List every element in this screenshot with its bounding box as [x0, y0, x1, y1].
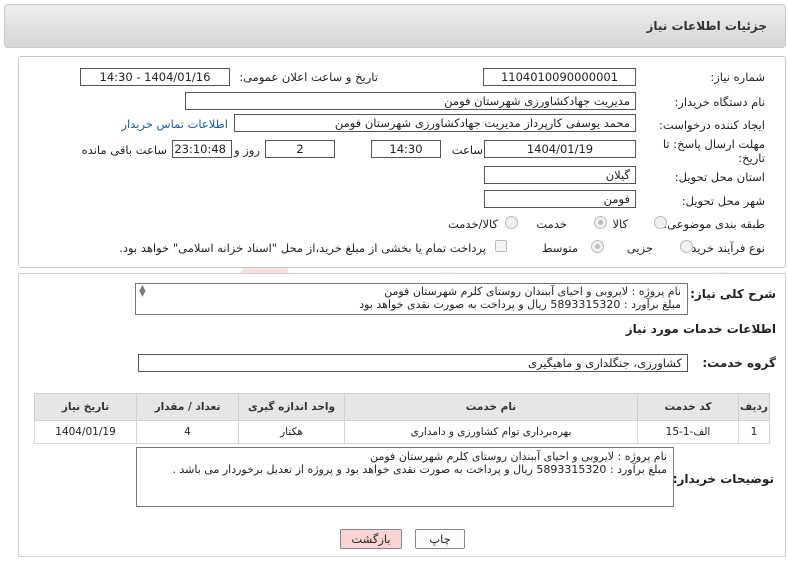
cell-row-number: 1: [738, 420, 770, 444]
page-title: جزئیات اطلاعات نیاز: [646, 19, 767, 33]
category-radio-service[interactable]: [594, 216, 607, 229]
requester-field: محمد یوسفی کارپرداز مدیریت جهادکشاورزی ش…: [234, 114, 636, 132]
panel-header: جزئیات اطلاعات نیاز: [4, 4, 786, 48]
process-radio-minor[interactable]: [680, 240, 693, 253]
announce-datetime-label: تاریخ و ساعت اعلان عمومی:: [239, 70, 378, 84]
col-header-unit: واحد اندازه گیری: [238, 393, 345, 421]
summary-line-2: مبلغ برآورد : 5893315320 ریال و پرداخت ب…: [359, 298, 681, 311]
service-group-label: گروه خدمت:: [702, 356, 776, 370]
table-header-row: ردیف کد خدمت نام خدمت واحد اندازه گیری ت…: [34, 393, 770, 421]
process-label: نوع فرآیند خرید :: [683, 241, 765, 255]
cell-service-code: الف-1-15: [637, 420, 739, 444]
treasury-bonds-note: پرداخت تمام یا بخشی از مبلغ خرید،از محل …: [119, 241, 486, 255]
category-option-service: خدمت: [536, 217, 567, 231]
deadline-time-label: ساعت: [451, 143, 483, 157]
requester-label: ایجاد کننده درخواست:: [659, 118, 765, 132]
process-option-minor: جزیی: [626, 241, 653, 255]
buyer-notes-line-1: نام پروژه : لایروبی و احیای آببندان روست…: [370, 450, 667, 463]
remaining-time-field: 23:10:48: [172, 140, 232, 158]
col-header-service-name: نام خدمت: [344, 393, 638, 421]
province-label: استان محل تحویل:: [674, 170, 765, 184]
cell-quantity: 4: [136, 420, 239, 444]
col-header-service-code: کد خدمت: [637, 393, 739, 421]
buyer-org-label: نام دستگاه خریدار:: [674, 95, 765, 109]
services-section-title: اطلاعات خدمات مورد نیاز: [625, 322, 776, 336]
buyer-org-field: مدیریت جهادکشاورزی شهرستان فومن: [185, 92, 636, 110]
province-field: گیلان: [484, 166, 636, 184]
deadline-label: مهلت ارسال پاسخ: تا تاریخ:: [662, 137, 765, 165]
cell-service-name: بهره‌برداری توام کشاورزی و دامداری: [344, 420, 638, 444]
treasury-bonds-checkbox[interactable]: [495, 240, 507, 252]
back-button[interactable]: بازگشت: [340, 529, 402, 549]
col-header-quantity: تعداد / مقدار: [136, 393, 239, 421]
need-number-label: شماره نیاز:: [710, 70, 765, 84]
announce-datetime-field: 1404/01/16 - 14:30: [80, 68, 230, 86]
textarea-scroll-arrows-icon[interactable]: ▲ ▼: [137, 284, 148, 299]
city-label: شهر محل تحویل:: [681, 194, 765, 208]
buyer-contact-link[interactable]: اطلاعات تماس خریدار: [121, 117, 228, 131]
cell-need-date: 1404/01/19: [34, 420, 137, 444]
category-radio-goods[interactable]: [654, 216, 667, 229]
category-label: طبقه بندی موضوعی:: [663, 217, 765, 231]
buyer-notes-textarea[interactable]: نام پروژه : لایروبی و احیای آببندان روست…: [136, 447, 674, 507]
days-field: 2: [265, 140, 335, 158]
need-number-field: 1104010090000001: [483, 68, 636, 86]
service-group-field: کشاورزی، جنگلداری و ماهیگیری: [138, 354, 688, 372]
summary-label: شرح کلی نیاز:: [690, 287, 776, 301]
buyer-notes-label: توضیحات خریدار:: [672, 472, 774, 486]
cell-unit: هکتار: [238, 420, 345, 444]
print-button[interactable]: چاپ: [415, 529, 465, 549]
summary-line-1: نام پروژه : لایروبی و احیای آببندان روست…: [384, 285, 681, 298]
deadline-date-field: 1404/01/19: [484, 140, 636, 158]
buyer-notes-line-2: مبلغ برآورد : 5893315320 ریال و پرداخت ب…: [172, 463, 667, 476]
remaining-time-label: ساعت باقی مانده: [81, 143, 167, 157]
col-header-need-date: تاریخ نیاز: [34, 393, 137, 421]
summary-textarea[interactable]: نام پروژه : لایروبی و احیای آببندان روست…: [135, 283, 688, 315]
category-option-goods-service: کالا/خدمت: [447, 217, 498, 231]
days-label: روز و: [234, 143, 260, 157]
city-field: فومن: [484, 190, 636, 208]
table-row: 1 الف-1-15 بهره‌برداری توام کشاورزی و دا…: [34, 420, 770, 444]
services-table: ردیف کد خدمت نام خدمت واحد اندازه گیری ت…: [34, 393, 770, 444]
category-radio-goods-service[interactable]: [505, 216, 518, 229]
deadline-time-field: 14:30: [371, 140, 441, 158]
category-option-goods: کالا: [612, 217, 628, 231]
process-option-medium: متوسط: [541, 241, 578, 255]
process-radio-medium[interactable]: [591, 240, 604, 253]
col-header-row-number: ردیف: [738, 393, 770, 421]
